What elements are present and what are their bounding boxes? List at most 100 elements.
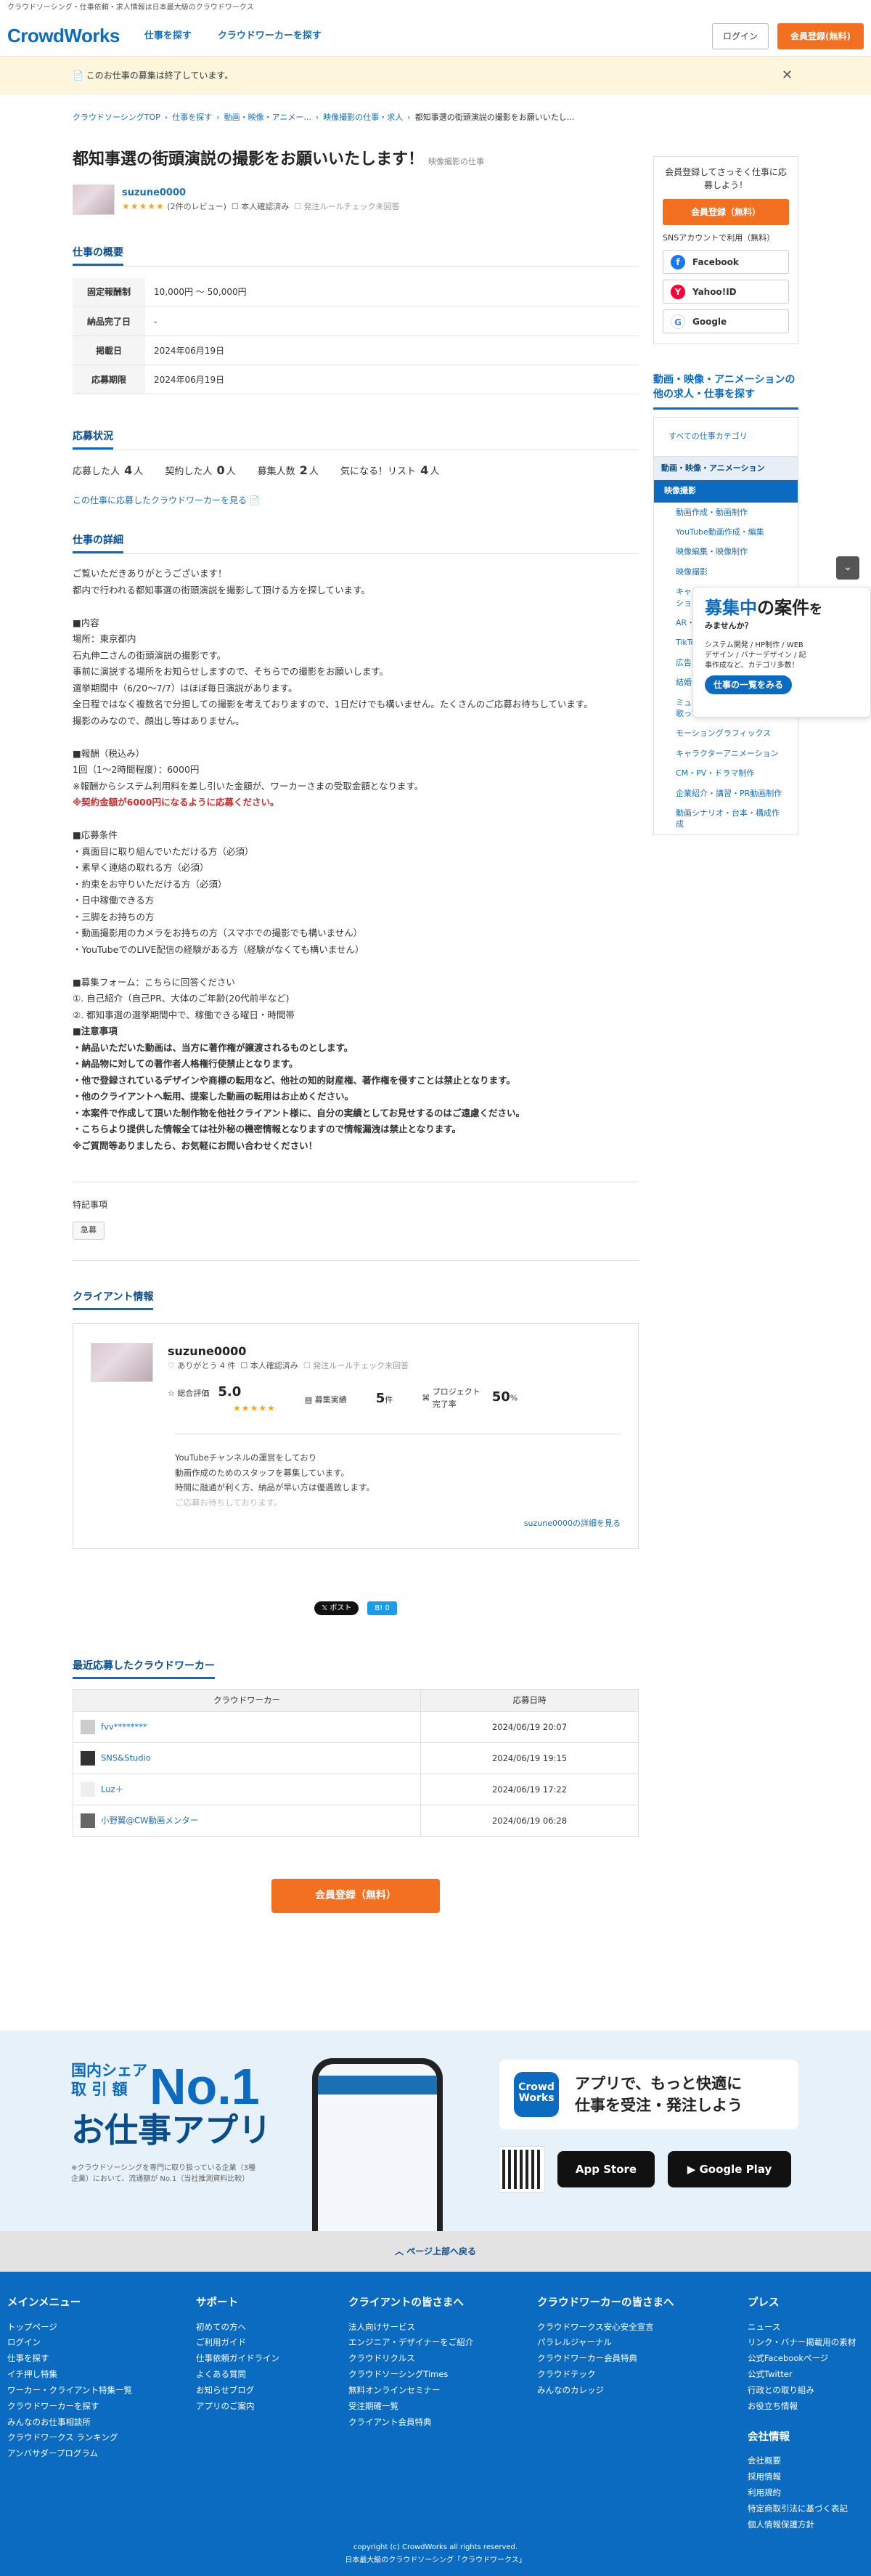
nav-find-workers[interactable]: クラウドワーカーを探す <box>218 29 322 44</box>
nav-find-jobs[interactable]: 仕事を探す <box>144 29 192 44</box>
hatena-bookmark-button[interactable]: B! 0 <box>367 1601 397 1616</box>
table-row: fvv******** 2024/06/19 20:07 <box>73 1711 639 1744</box>
job-category: 映像撮影の仕事 <box>428 156 485 166</box>
footer-link[interactable]: お知らせブログ <box>196 2383 348 2399</box>
footer-link[interactable]: 仕事依頼ガイドライン <box>196 2351 348 2367</box>
section-title: 仕事の概要 <box>73 245 123 266</box>
footer-link[interactable]: クラウドリクルス <box>348 2351 537 2367</box>
category-item[interactable]: モーショングラフィックス <box>654 723 798 743</box>
footer-link[interactable]: クライアント会員特典 <box>348 2415 537 2431</box>
footer-link[interactable]: 会社概要 <box>748 2453 864 2469</box>
category-selected[interactable]: 映像撮影 <box>654 480 798 503</box>
register-cta-button[interactable]: 会員登録（無料） <box>271 1879 440 1914</box>
register-button[interactable]: 会員登録(無料) <box>777 23 864 49</box>
footer-tagline: 日本最大級のクラウドソーシング「クラウドワークス」 <box>345 2556 526 2564</box>
footer-link[interactable]: トップページ <box>7 2320 196 2336</box>
worker-link[interactable]: Luz＋ <box>101 1784 123 1795</box>
category-item[interactable]: キャラクターアニメーション <box>654 744 798 763</box>
avatar <box>81 1751 95 1766</box>
x-post-button[interactable]: 𝕏 ポスト <box>314 1601 359 1616</box>
footer-link[interactable]: ワーカー・クライアント特集一覧 <box>7 2383 196 2399</box>
footer-link[interactable]: ニュース <box>748 2320 864 2336</box>
breadcrumb-item[interactable]: 仕事を探す <box>172 112 212 124</box>
facebook-login-button[interactable]: f Facebook <box>663 250 789 274</box>
category-item[interactable]: 企業紹介・講習・PR動画制作 <box>654 784 798 803</box>
footer-link[interactable]: クラウドワークス安心安全宣言 <box>537 2320 748 2336</box>
footer-link[interactable]: クラウドワークス ランキング <box>7 2430 196 2446</box>
footer-link[interactable]: 個人情報保護方針 <box>748 2517 864 2533</box>
footer-link[interactable]: 行政との取り組み <box>748 2383 864 2399</box>
category-item[interactable]: 動画作成・動画制作 <box>654 503 798 522</box>
footer-link[interactable]: 公式Facebookページ <box>748 2351 864 2367</box>
worker-link[interactable]: SNS&Studio <box>101 1753 151 1763</box>
footer-link[interactable]: お役立ち情報 <box>748 2399 864 2415</box>
footer-link[interactable]: パラレルジャーナル <box>537 2335 748 2351</box>
login-button[interactable]: ログイン <box>712 23 769 49</box>
signup-card: 会員登録してさっそく仕事に応募しよう！ 会員登録（無料） SNSアカウントで利用… <box>653 155 798 344</box>
collapse-banner-button[interactable]: ⌄ <box>836 556 859 580</box>
category-item[interactable]: CM・PV・ドラマ制作 <box>654 763 798 783</box>
client-avatar[interactable] <box>73 184 115 215</box>
footer-link[interactable]: アンバサダープログラム <box>7 2446 196 2462</box>
footer-link[interactable]: よくある質問 <box>196 2367 348 2383</box>
footer-link[interactable]: クラウドテック <box>537 2367 748 2383</box>
breadcrumb-item[interactable]: 動画・映像・アニメー... <box>224 112 311 124</box>
category-item[interactable]: 映像撮影 <box>654 562 798 582</box>
crowdworks-logo[interactable]: CrowdWorks <box>7 22 120 50</box>
worker-link[interactable]: 小野翼@CW動画メンター <box>101 1816 198 1826</box>
app-store-button[interactable]: App Store <box>557 2151 655 2187</box>
overall-rating: 5.0 <box>218 1384 242 1399</box>
footer-link[interactable]: ログイン <box>7 2335 196 2351</box>
yahoo-login-button[interactable]: Y Yahoo!ID <box>663 280 789 304</box>
worker-link[interactable]: fvv******** <box>101 1722 147 1732</box>
client-name-link[interactable]: suzune0000 <box>122 187 186 198</box>
no1-label: No.1 <box>150 2058 260 2115</box>
copyright: copyright (c) CrowdWorks all rights rese… <box>353 2543 518 2551</box>
client-avatar[interactable] <box>91 1342 153 1382</box>
footer-link[interactable]: エンジニア・デザイナーをご紹介 <box>348 2335 537 2351</box>
job-list-banner[interactable]: 募集中の案件を みませんか？ システム開発 / HP制作 / WEBデザイン /… <box>692 587 871 718</box>
all-categories-link[interactable]: すべての仕事カテゴリ <box>668 431 748 441</box>
footer-link[interactable]: 受注期確一覧 <box>348 2399 537 2415</box>
footer-link[interactable]: ご利用ガイド <box>196 2335 348 2351</box>
footer-link[interactable]: アプリのご案内 <box>196 2399 348 2415</box>
footer-link[interactable]: 公式Twitter <box>748 2367 864 2383</box>
footer-link[interactable]: 仕事を探す <box>7 2351 196 2367</box>
table-value: - <box>145 306 639 336</box>
table-value: 2024年06月19日 <box>145 365 639 394</box>
crowdworks-app-icon: Crowd Works <box>514 2072 559 2117</box>
category-item[interactable]: 動画シナリオ・台本・構成作成 <box>654 803 798 834</box>
footer-link[interactable]: イチ押し特集 <box>7 2367 196 2383</box>
view-applicants-link[interactable]: この仕事に応募したクラウドワーカーを見る 📄 <box>73 494 639 507</box>
table-key: 納品完了日 <box>73 306 145 336</box>
client-info-card: suzune0000 ♡ ありがとう 4 件 ☐ 本人確認済み ☐ 発注ルールチ… <box>73 1322 639 1550</box>
price-warning: ※契約金額が6000円になるように応募ください。 <box>73 797 279 808</box>
page-top-link[interactable]: ︿ ページ上部へ戻る <box>0 2231 871 2272</box>
footer-link[interactable]: 特定商取引法に基づく表記 <box>748 2501 864 2517</box>
footer-link[interactable]: 無料オンラインセミナー <box>348 2383 537 2399</box>
view-jobs-button[interactable]: 仕事の一覧をみる <box>705 675 793 695</box>
footer-link[interactable]: みんなのカレッジ <box>537 2383 748 2399</box>
google-play-button[interactable]: ▶ Google Play <box>668 2151 791 2187</box>
category-item[interactable]: 映像編集・映像制作 <box>654 542 798 561</box>
close-icon[interactable]: ✕ <box>782 65 793 85</box>
category-group[interactable]: 動画・映像・アニメーション <box>654 456 798 481</box>
footer-link[interactable]: リンク・バナー掲載用の素材 <box>748 2335 864 2351</box>
category-item[interactable]: YouTube動画作成・編集 <box>654 522 798 542</box>
footer-link[interactable]: 法人向けサービス <box>348 2320 537 2336</box>
thanks-count: ありがとう 4 件 <box>177 1360 236 1370</box>
footer-link[interactable]: 初めての方へ <box>196 2320 348 2336</box>
client-name: suzune0000 <box>168 1344 247 1358</box>
sidebar-register-button[interactable]: 会員登録（無料） <box>663 198 789 225</box>
footer-link[interactable]: 利用規約 <box>748 2485 864 2501</box>
footer-link[interactable]: 採用情報 <box>748 2469 864 2485</box>
breadcrumb-item[interactable]: クラウドソーシングTOP <box>73 112 160 124</box>
signup-text: 会員登録してさっそく仕事に応募しよう！ <box>665 166 787 190</box>
client-detail-link[interactable]: suzune0000の詳細を見る <box>524 1519 621 1528</box>
breadcrumb-item[interactable]: 映像撮影の仕事・求人 <box>323 112 403 124</box>
google-login-button[interactable]: G Google <box>663 309 789 333</box>
footer-link[interactable]: クラウドソーシングTimes <box>348 2367 537 2383</box>
footer-link[interactable]: クラウドワーカー会員特典 <box>537 2351 748 2367</box>
footer-link[interactable]: クラウドワーカーを探す <box>7 2399 196 2415</box>
footer-link[interactable]: みんなのお仕事相談所 <box>7 2415 196 2431</box>
